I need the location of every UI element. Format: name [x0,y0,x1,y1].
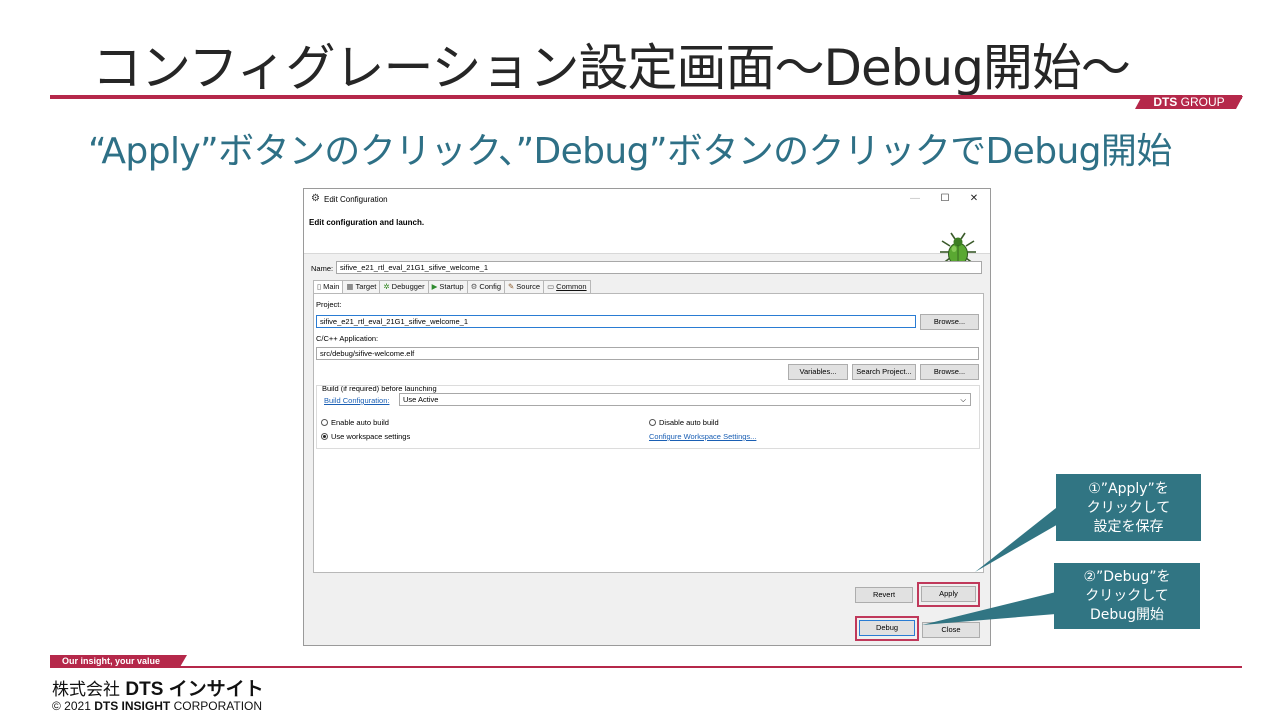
build-configuration-link[interactable]: Build Configuration: [324,396,389,405]
tab-config[interactable]: ⚙ Config [466,280,505,293]
radio-checked-icon [321,433,328,440]
radio-unchecked-icon [321,419,328,426]
maximize-button[interactable]: ☐ [931,191,959,207]
project-browse-button[interactable]: Browse... [920,314,979,330]
play-icon: ▶ [431,282,438,291]
chip-icon: ▦ [346,282,354,291]
enable-auto-build-option[interactable]: Enable auto build [321,418,389,427]
document-icon: ▯ [317,282,322,291]
window-icon: ▭ [547,282,555,291]
debug-button[interactable]: Debug [859,620,915,636]
revert-button[interactable]: Revert [855,587,913,603]
project-field[interactable]: sifive_e21_rtl_eval_21G1_sifive_welcome_… [316,315,916,328]
use-workspace-settings-option[interactable]: Use workspace settings [321,432,410,441]
search-project-button[interactable]: Search Project... [852,364,916,380]
brand-tag-text: GROUP [1180,95,1225,109]
tab-common[interactable]: ▭ Common [543,280,591,293]
copyright: © 2021 DTS INSIGHT CORPORATION [52,699,263,713]
app-browse-button[interactable]: Browse... [920,364,979,380]
launch-config-icon: ⚙ [311,193,320,204]
dialog-window-title: Edit Configuration [324,195,388,204]
build-group: Build Configuration: Use Active ⌵ Enable … [316,385,980,449]
apply-callout: ①”Apply”を クリックして 設定を保存 [1056,474,1201,541]
close-button[interactable]: Close [922,622,980,638]
tab-source[interactable]: ✎ Source [504,280,545,293]
project-label: Project: [316,300,342,309]
close-window-button[interactable]: ✕ [960,191,988,207]
c-app-field[interactable]: src/debug/sifive-welcome.elf [316,347,979,360]
gear-icon: ⚙ [470,282,478,291]
title-rule [50,95,1242,99]
c-app-label: C/C++ Application: [316,334,379,343]
brand-tag-bold: DTS [1153,95,1178,109]
debugger-icon: ✲ [383,282,390,291]
edit-configuration-dialog: ⚙ Edit Configuration — ☐ ✕ Edit configur… [303,188,991,646]
variables-button[interactable]: Variables... [788,364,848,380]
apply-button[interactable]: Apply [921,586,976,602]
dialog-header: Edit configuration and launch. [304,209,990,266]
slide-subtitle: “Apply”ボタンのクリック、”Debug”ボタンのクリックでDebug開始 [88,131,1172,172]
disable-auto-build-option[interactable]: Disable auto build [649,418,719,427]
debug-callout: ②”Debug”を クリックして Debug開始 [1054,563,1200,629]
dialog-header-text: Edit configuration and launch. [309,218,425,227]
footer-rule [50,666,1242,668]
radio-unchecked-icon [649,419,656,426]
tab-startup[interactable]: ▶ Startup [427,280,468,293]
chevron-down-icon: ⌵ [960,395,966,404]
tab-debugger[interactable]: ✲ Debugger [379,280,429,293]
company-name: 株式会社 DTS インサイト [52,679,264,700]
slide-title: コンフィグレーション設定画面～Debug開始～ [92,39,1131,97]
name-label: Name: [311,264,334,273]
config-tabs: ▯ Main ▦ Target ✲ Debugger ▶ Startup ⚙ Config… [313,280,591,294]
brand-tag: DTS GROUP [1135,96,1243,109]
minimize-button[interactable]: — [901,191,929,207]
name-field[interactable]: sifive_e21_rtl_eval_21G1_sifive_welcome_… [336,261,982,274]
configure-workspace-settings-link[interactable]: Configure Workspace Settings... [649,432,756,441]
source-icon: ✎ [508,282,515,291]
tab-target[interactable]: ▦ Target [342,280,381,293]
build-config-select[interactable]: Use Active ⌵ [399,393,971,406]
dialog-titlebar[interactable]: ⚙ Edit Configuration — ☐ ✕ [304,189,990,209]
tab-main[interactable]: ▯ Main [313,280,344,294]
